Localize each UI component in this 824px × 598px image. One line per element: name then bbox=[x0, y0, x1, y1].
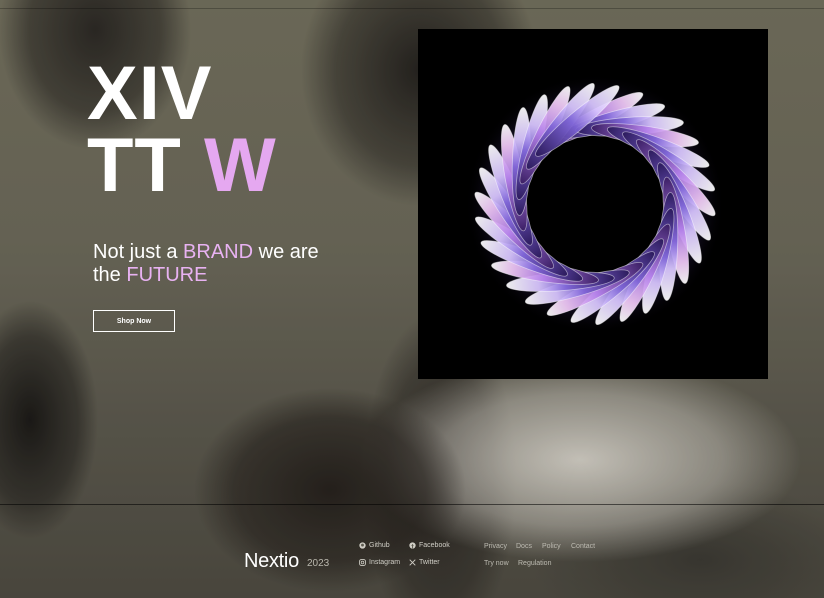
instagram-label: Instagram bbox=[369, 559, 401, 566]
torus-artwork bbox=[465, 74, 725, 334]
tagline-text-3: the bbox=[93, 264, 127, 286]
instagram-icon bbox=[359, 559, 366, 566]
twitter-link[interactable]: Twitter bbox=[409, 559, 440, 566]
facebook-link[interactable]: Facebook bbox=[409, 542, 450, 549]
github-label: Github bbox=[369, 542, 390, 549]
facebook-label: Facebook bbox=[419, 542, 450, 549]
twitter-label: Twitter bbox=[419, 559, 440, 566]
top-divider bbox=[0, 8, 824, 9]
shop-now-button[interactable]: Shop Now bbox=[93, 310, 175, 332]
facebook-icon bbox=[409, 542, 416, 549]
footer-brand[interactable]: Nextio bbox=[244, 550, 299, 573]
github-link[interactable]: Github bbox=[359, 542, 390, 549]
footer-link-policy[interactable]: Policy bbox=[542, 543, 561, 550]
twitter-x-icon bbox=[409, 559, 416, 566]
hero-title: XIV TT W bbox=[87, 56, 277, 204]
tagline-text-2: we are bbox=[253, 241, 319, 263]
hero-title-accent: W bbox=[203, 123, 277, 208]
footer-link-try-now[interactable]: Try now bbox=[484, 560, 509, 567]
github-icon bbox=[359, 542, 366, 549]
footer-year: 2023 bbox=[307, 558, 330, 569]
instagram-link[interactable]: Instagram bbox=[359, 559, 400, 566]
footer-link-regulation[interactable]: Regulation bbox=[518, 560, 551, 567]
footer-link-privacy[interactable]: Privacy bbox=[484, 543, 507, 550]
hero-artwork bbox=[418, 29, 768, 379]
hero-tagline: Not just a BRAND we are the FUTURE bbox=[93, 241, 319, 287]
tagline-future: FUTURE bbox=[126, 264, 208, 286]
footer-link-contact[interactable]: Contact bbox=[571, 543, 595, 550]
hero-title-line-2: TT bbox=[87, 123, 182, 208]
footer: Nextio 2023 Github Facebook Instagram Tw… bbox=[0, 505, 824, 598]
footer-link-docs[interactable]: Docs bbox=[516, 543, 532, 550]
tagline-brand: BRAND bbox=[183, 241, 254, 263]
torus-center bbox=[561, 166, 641, 254]
tagline-text-1: Not just a bbox=[93, 241, 184, 263]
